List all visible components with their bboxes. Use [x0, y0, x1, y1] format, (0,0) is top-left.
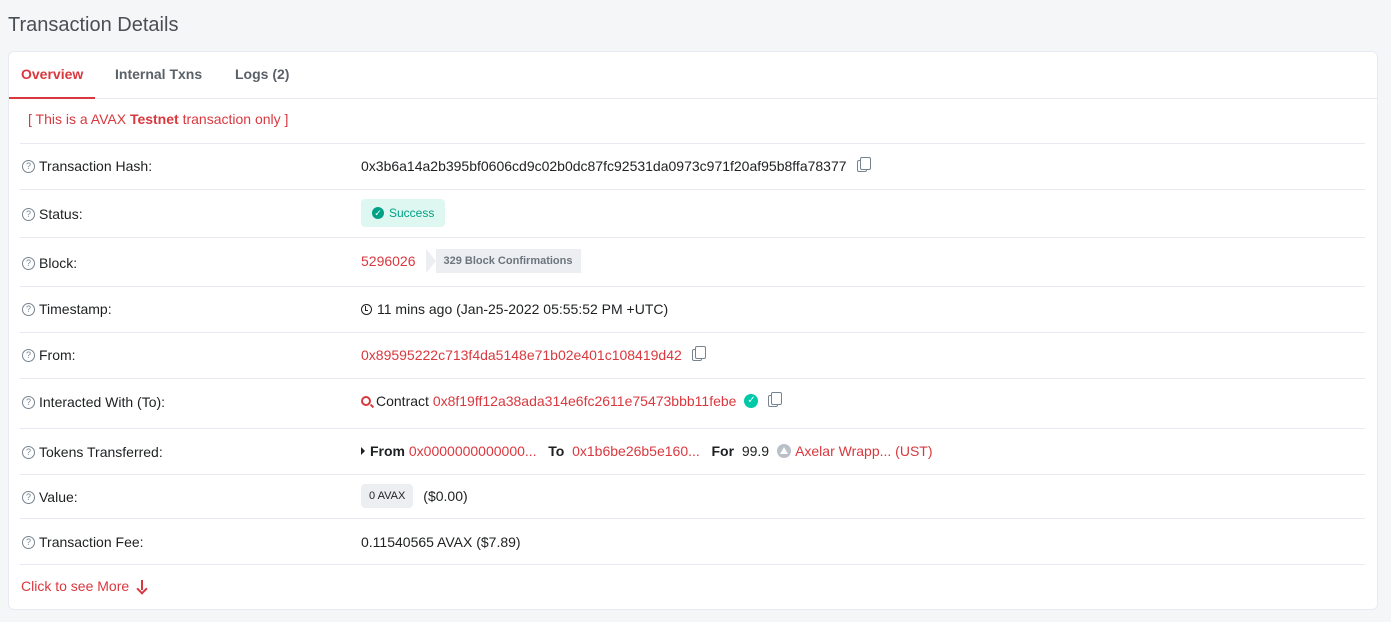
label-text: Status:	[39, 206, 83, 222]
row-value: 0.11540565 AVAX ($7.89)	[361, 534, 521, 550]
row-label: ? Transaction Fee:	[22, 534, 144, 550]
row-value: 0x3b6a14a2b395bf0606cd9c02b0dc87fc92531d…	[361, 157, 871, 174]
transaction-hash-value: 0x3b6a14a2b395bf0606cd9c02b0dc87fc92531d…	[361, 158, 847, 174]
token-from-link[interactable]: 0x0000000000000...	[409, 443, 537, 459]
row-value: 5296026 329 Block Confirmations	[361, 249, 581, 273]
page-title: Transaction Details	[8, 14, 179, 36]
see-more-text: Click to see More	[21, 578, 130, 594]
notice-suffix: transaction only ]	[178, 111, 289, 127]
value-badge: 0 AVAX	[361, 484, 414, 508]
token-to-link[interactable]: 0x1b6be26b5e160...	[572, 443, 700, 459]
help-icon[interactable]: ?	[22, 348, 35, 362]
from-address-link[interactable]: 0x89595222c713f4da5148e71b02e401c108419d…	[361, 347, 682, 363]
help-icon[interactable]: ?	[22, 256, 35, 270]
notice-prefix: [ This is a AVAX	[28, 111, 130, 127]
label-text: Value:	[39, 489, 78, 505]
label-text: Transaction Hash:	[39, 158, 153, 174]
contract-prefix: Contract	[376, 393, 429, 409]
status-badge: ✓ Success	[361, 199, 446, 227]
row-value: From 0x0000000000000... To 0x1b6be26b5e1…	[361, 443, 933, 459]
token-name-link[interactable]: Axelar Wrapp... (UST)	[795, 443, 932, 459]
help-icon[interactable]: ?	[22, 535, 35, 549]
tab-overview[interactable]: Overview	[9, 52, 96, 99]
row-label: ? Interacted With (To):	[22, 394, 165, 410]
row-transaction-fee: ? Transaction Fee: 0.11540565 AVAX ($7.8…	[20, 518, 1365, 564]
tab-internal-txns[interactable]: Internal Txns	[103, 52, 214, 99]
contract-search-icon	[361, 396, 371, 406]
row-value: 0x89595222c713f4da5148e71b02e401c108419d…	[361, 346, 706, 363]
row-block: ? Block: 5296026 329 Block Confirmations	[20, 237, 1365, 286]
help-icon[interactable]: ?	[22, 490, 35, 504]
help-icon[interactable]: ?	[22, 445, 35, 459]
details-rows: ? Transaction Hash: 0x3b6a14a2b395bf0606…	[20, 143, 1365, 565]
verified-check-icon: ✓	[744, 394, 759, 408]
notice-bold: Testnet	[129, 111, 179, 127]
clock-icon	[361, 303, 372, 315]
copy-icon[interactable]	[856, 157, 871, 172]
check-circle-icon: ✓	[372, 207, 384, 219]
token-for-label: For	[711, 443, 735, 459]
confirmations-badge: 329 Block Confirmations	[425, 249, 581, 273]
label-text: Interacted With (To):	[39, 394, 166, 410]
row-label: ? Value:	[22, 489, 78, 505]
contract-address-link[interactable]: 0x8f19ff12a38ada314e6fc2611e75473bbb11fe…	[433, 393, 737, 409]
row-transaction-hash: ? Transaction Hash: 0x3b6a14a2b395bf0606…	[20, 143, 1365, 189]
see-more-link[interactable]: Click to see More	[21, 578, 147, 594]
row-value: Contract 0x8f19ff12a38ada314e6fc2611e754…	[361, 392, 783, 409]
row-interacted-with: ? Interacted With (To): Contract 0x8f19f…	[20, 378, 1365, 428]
help-icon[interactable]: ?	[22, 159, 35, 173]
transaction-card: Overview Internal Txns Logs (2) [ This i…	[8, 51, 1378, 610]
row-label: ? Status:	[22, 206, 83, 222]
copy-icon[interactable]	[768, 392, 783, 407]
row-label: ? Block:	[22, 255, 77, 271]
row-label: ? Transaction Hash:	[22, 158, 152, 174]
testnet-notice: [ This is a AVAX Testnet transaction onl…	[28, 111, 288, 127]
row-status: ? Status: ✓ Success	[20, 189, 1365, 237]
row-timestamp: ? Timestamp: 11 mins ago (Jan-25-2022 05…	[20, 286, 1365, 332]
help-icon[interactable]: ?	[22, 207, 35, 221]
timestamp-value: 11 mins ago (Jan-25-2022 05:55:52 PM +UT…	[377, 301, 669, 317]
fee-value: 0.11540565 AVAX ($7.89)	[361, 534, 521, 550]
row-value: ? Value: 0 AVAX ($0.00)	[20, 474, 1365, 518]
help-icon[interactable]: ?	[22, 302, 35, 316]
divider	[20, 564, 1365, 565]
block-number-link[interactable]: 5296026	[361, 253, 416, 269]
label-text: Transaction Fee:	[39, 534, 144, 550]
label-text: Block:	[39, 255, 78, 271]
copy-icon[interactable]	[691, 346, 706, 361]
status-text: Success	[389, 206, 435, 220]
row-tokens-transferred: ? Tokens Transferred: From 0x00000000000…	[20, 428, 1365, 474]
token-logo-icon	[777, 444, 792, 458]
label-text: From:	[39, 347, 76, 363]
label-text: Timestamp:	[39, 301, 112, 317]
row-from: ? From: 0x89595222c713f4da5148e71b02e401…	[20, 332, 1365, 378]
label-text: Tokens Transferred:	[39, 444, 163, 460]
token-from-label: From	[370, 443, 405, 459]
value-usd: ($0.00)	[423, 488, 468, 504]
row-value: ✓ Success	[361, 199, 446, 227]
token-to-label: To	[548, 443, 565, 459]
help-icon[interactable]: ?	[22, 395, 35, 409]
row-value-content: 0 AVAX ($0.00)	[361, 484, 468, 508]
tab-logs[interactable]: Logs (2)	[223, 52, 301, 99]
row-label: ? Timestamp:	[22, 301, 112, 317]
token-amount: 99.9	[741, 443, 770, 459]
arrow-down-icon	[137, 580, 147, 592]
row-label: ? From:	[22, 347, 76, 363]
caret-right-icon[interactable]	[361, 447, 365, 455]
row-value: 11 mins ago (Jan-25-2022 05:55:52 PM +UT…	[361, 301, 668, 317]
tab-bar: Overview Internal Txns Logs (2)	[9, 52, 1377, 99]
row-label: ? Tokens Transferred:	[22, 444, 163, 460]
